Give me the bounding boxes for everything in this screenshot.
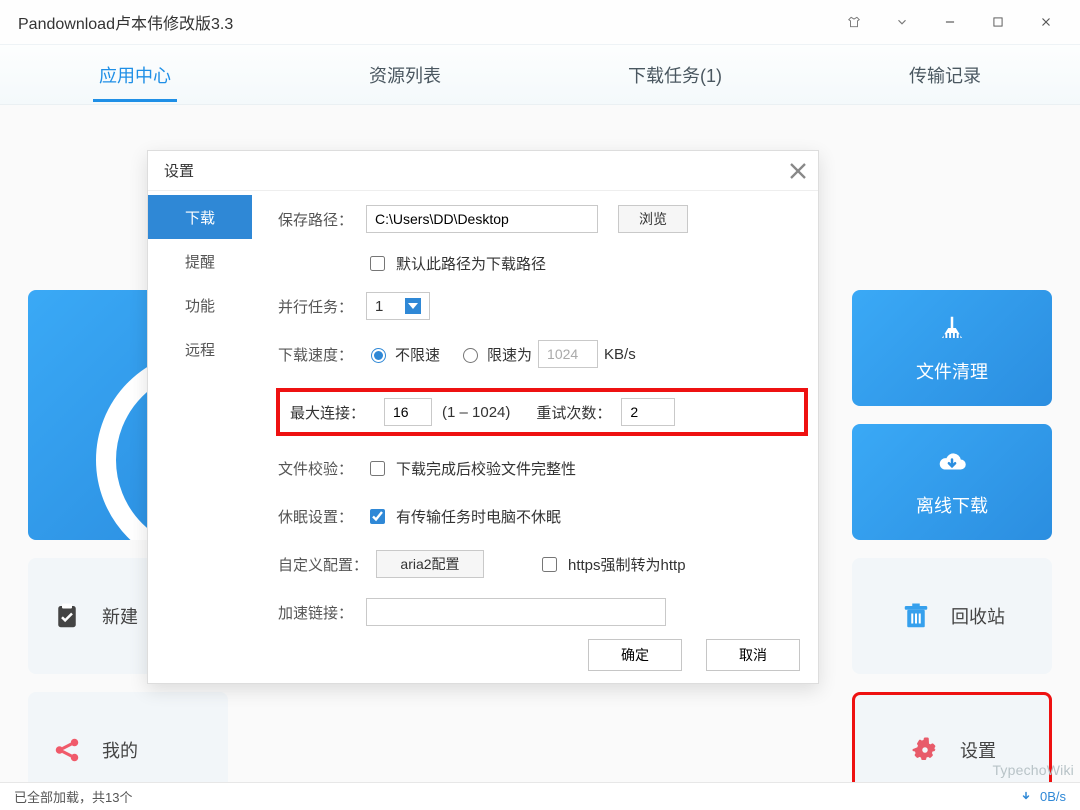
- max-conn-range: (1 – 1024): [442, 404, 510, 421]
- sidebar-item-feature[interactable]: 功能: [148, 283, 252, 327]
- clipboard-icon: [50, 599, 84, 633]
- share-icon: [50, 733, 84, 767]
- dialog-titlebar: 设置: [148, 151, 818, 191]
- tile-offline-download[interactable]: 离线下载: [852, 424, 1052, 540]
- aria2-config-button[interactable]: aria2配置: [376, 550, 484, 578]
- accel-input[interactable]: [366, 598, 666, 626]
- cancel-button[interactable]: 取消: [706, 639, 800, 671]
- parallel-value: 1: [375, 298, 383, 315]
- tile-recycle[interactable]: 回收站: [852, 558, 1052, 674]
- default-path-label: 默认此路径为下载路径: [396, 253, 546, 274]
- speed-unit: KB/s: [604, 346, 636, 363]
- trash-icon: [899, 599, 933, 633]
- status-text: 已全部加载，共13个: [14, 787, 132, 806]
- dialog-sidebar: 下载 提醒 功能 远程: [148, 191, 252, 631]
- close-icon[interactable]: [1022, 3, 1070, 41]
- https-force-text: https强制转为http: [568, 554, 686, 575]
- title-bar: Pandownload卢本伟修改版3.3: [0, 0, 1080, 45]
- sidebar-item-remote[interactable]: 远程: [148, 327, 252, 371]
- status-speed: 0B/s: [1020, 789, 1066, 804]
- radio-limited[interactable]: [463, 348, 478, 363]
- sleep-checkbox[interactable]: [370, 509, 385, 524]
- broom-icon: [937, 313, 967, 348]
- tile-settings-label: 设置: [960, 737, 996, 763]
- sleep-label: 休眠设置：: [278, 506, 366, 527]
- highlight-connections: 最大连接： (1 – 1024) 重试次数：: [276, 388, 808, 436]
- shirt-icon[interactable]: [830, 3, 878, 41]
- browse-button[interactable]: 浏览: [618, 205, 688, 233]
- max-conn-input[interactable]: [384, 398, 432, 426]
- tile-clean-label: 文件清理: [916, 358, 988, 384]
- tab-download-tasks[interactable]: 下载任务(1): [540, 62, 810, 88]
- caret-down-icon: [405, 298, 421, 314]
- sidebar-item-download[interactable]: 下载: [148, 195, 252, 239]
- speed-label: 下载速度：: [278, 344, 366, 365]
- tile-new-task-label: 新建: [102, 603, 138, 629]
- https-force-checkbox[interactable]: [542, 557, 557, 572]
- default-path-checkbox[interactable]: [370, 256, 385, 271]
- retry-input[interactable]: [621, 398, 675, 426]
- radio-unlimited-label: 不限速: [395, 344, 440, 365]
- main-tabs: 应用中心 资源列表 下载任务(1) 传输记录: [0, 45, 1080, 105]
- sidebar-item-alert[interactable]: 提醒: [148, 239, 252, 283]
- dialog-close-button[interactable]: [784, 157, 812, 185]
- save-path-label: 保存路径：: [278, 209, 366, 230]
- download-arrow-icon: [1020, 791, 1032, 803]
- file-verify-text: 下载完成后校验文件完整性: [396, 458, 576, 479]
- parallel-label: 并行任务：: [278, 296, 366, 317]
- dialog-title: 设置: [164, 160, 784, 181]
- cloud-download-icon: [937, 447, 967, 482]
- max-conn-label: 最大连接：: [290, 402, 374, 423]
- tile-mine-label: 我的: [102, 737, 138, 763]
- gear-icon: [908, 733, 942, 767]
- dialog-footer: 确定 取消: [588, 639, 800, 671]
- minimize-icon[interactable]: [926, 3, 974, 41]
- file-verify-checkbox[interactable]: [370, 461, 385, 476]
- parallel-select[interactable]: 1: [366, 292, 430, 320]
- status-bar: 已全部加载，共13个 0B/s: [0, 782, 1080, 810]
- dialog-content: 保存路径： 浏览 默认此路径为下载路径 并行任务： 1 下载速度：: [252, 191, 818, 631]
- accel-label: 加速链接：: [278, 602, 366, 623]
- chevron-down-icon[interactable]: [878, 3, 926, 41]
- tile-recycle-label: 回收站: [951, 603, 1005, 629]
- tile-offline-label: 离线下载: [916, 492, 988, 518]
- retry-label: 重试次数：: [536, 402, 611, 423]
- tab-resource-list[interactable]: 资源列表: [270, 62, 540, 88]
- custom-cfg-label: 自定义配置：: [278, 554, 376, 575]
- radio-unlimited[interactable]: [371, 348, 386, 363]
- watermark: TypechoWiki: [992, 762, 1074, 778]
- save-path-input[interactable]: [366, 205, 598, 233]
- settings-dialog: 设置 下载 提醒 功能 远程 保存路径： 浏览 默认此路径为下载路径 并行任务：: [147, 150, 819, 684]
- maximize-icon[interactable]: [974, 3, 1022, 41]
- right-tiles: 文件清理 离线下载 回收站 设置: [852, 290, 1052, 808]
- tab-transfer-log[interactable]: 传输记录: [810, 62, 1080, 88]
- radio-limited-label: 限速为: [487, 344, 532, 365]
- window-title: Pandownload卢本伟修改版3.3: [18, 10, 830, 34]
- sleep-text: 有传输任务时电脑不休眠: [396, 506, 561, 527]
- tab-app-center[interactable]: 应用中心: [0, 62, 270, 88]
- tile-file-clean[interactable]: 文件清理: [852, 290, 1052, 406]
- ok-button[interactable]: 确定: [588, 639, 682, 671]
- speed-limit-input: [538, 340, 598, 368]
- file-verify-label: 文件校验：: [278, 458, 366, 479]
